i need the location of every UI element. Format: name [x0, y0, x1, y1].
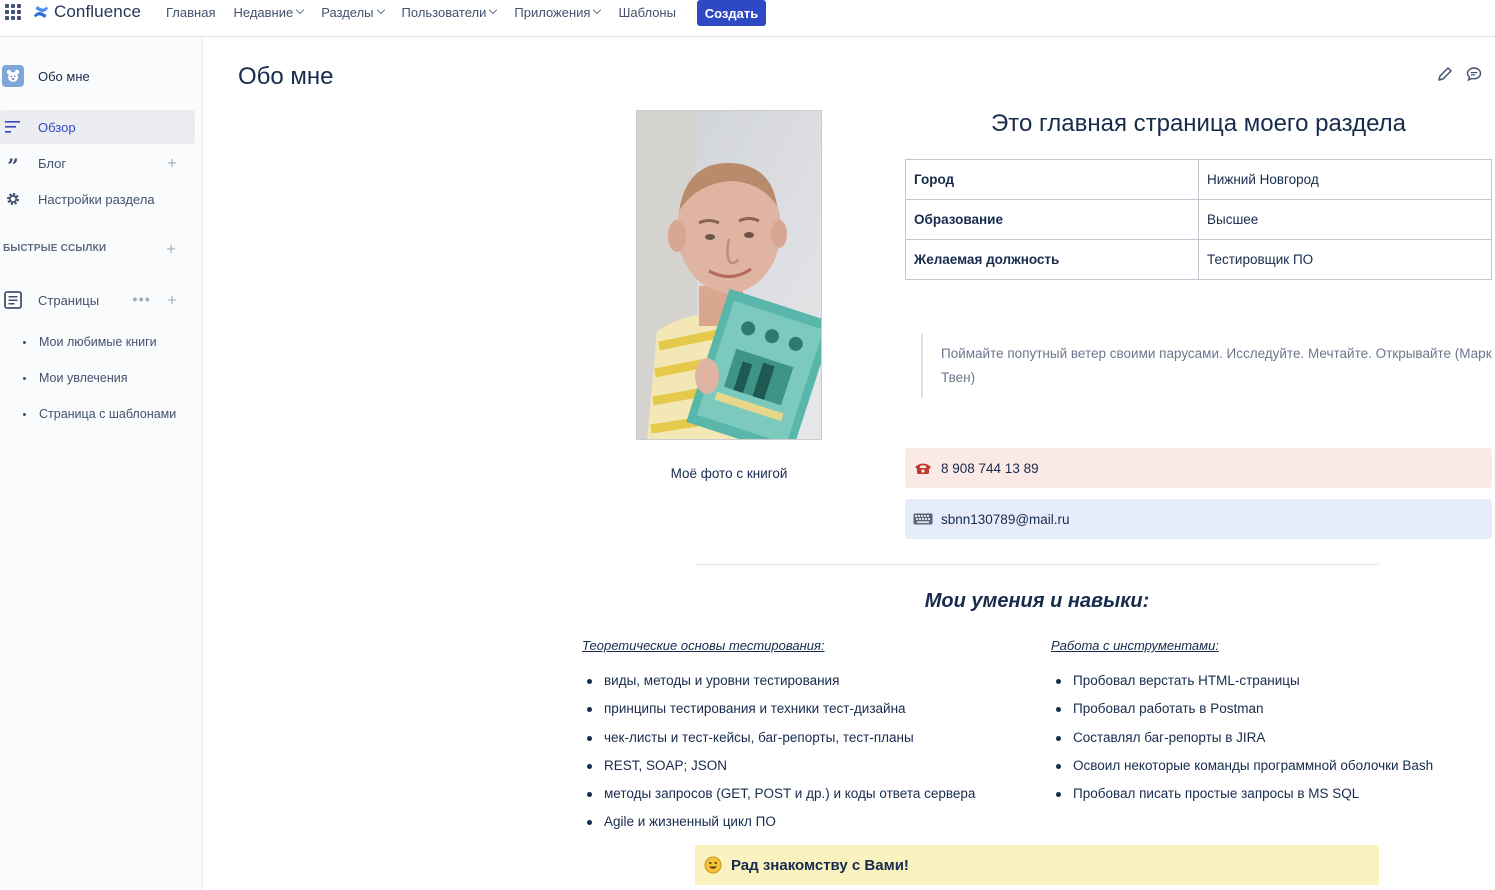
chevron-down-icon [376, 5, 385, 15]
sidebar-item-label: Обзор [38, 119, 76, 135]
pages-icon [2, 291, 24, 309]
sidebar-item-label: Блог [38, 155, 67, 171]
main-heading: Это главная страница моего раздела [991, 110, 1406, 137]
list-item: методы запросов (GET, POST и др.) и коды… [583, 780, 975, 808]
sidebar-item-space-settings[interactable]: Настройки раздела [0, 182, 195, 216]
quick-links-heading: БЫСТРЫЕ ССЫЛКИ [3, 243, 107, 254]
page-tree-label: Мои увлечения [39, 371, 128, 385]
overview-icon [2, 121, 24, 133]
email-panel: sbnn130789@mail.ru [905, 499, 1492, 539]
table-row: Образование Высшее [905, 199, 1492, 240]
table-row: Желаемая должность Тестировщик ПО [905, 239, 1492, 280]
add-blog-icon[interactable]: + [167, 155, 177, 172]
sidebar-item-label: Настройки раздела [38, 191, 155, 207]
keyboard-icon [913, 513, 933, 525]
page-tree-item[interactable]: Страница с шаблонами [0, 404, 176, 424]
space-name: Обо мне [38, 68, 90, 84]
gear-icon [2, 191, 24, 207]
table-value: Высшее [1198, 199, 1492, 240]
list-item: Освоил некоторые команды программной обо… [1052, 752, 1433, 780]
theory-list: виды, методы и уровни тестирования принц… [583, 667, 975, 837]
sidebar-item-pages[interactable]: Страницы ••• + [0, 283, 195, 317]
page-tree-item[interactable]: Мои любимые книги [0, 332, 157, 352]
photo-caption: Моё фото с книгой [670, 466, 788, 481]
table-row: Город Нижний Новгород [905, 159, 1492, 200]
nav-recent-label: Недавние [233, 4, 294, 20]
horizontal-divider [695, 564, 1379, 565]
chevron-down-icon [593, 5, 602, 15]
list-item: принципы тестирования и техники тест-диз… [583, 695, 975, 723]
top-navigation: Confluence Главная Недавние Разделы Поль… [0, 0, 1495, 37]
nav-home[interactable]: Главная [166, 5, 215, 20]
confluence-logo-icon [34, 6, 48, 18]
main-menu: Главная Недавние Разделы Пользователи Пр… [166, 0, 694, 24]
nav-templates-label: Шаблоны [618, 4, 676, 20]
more-options-icon[interactable]: ••• [132, 293, 151, 308]
nav-spaces-label: Разделы [321, 4, 374, 20]
table-value: Нижний Новгород [1198, 159, 1492, 200]
chevron-down-icon [295, 5, 305, 15]
add-page-icon[interactable]: + [167, 292, 177, 309]
profile-photo [636, 110, 822, 440]
greeting-panel: Рад знакомству с Вами! [695, 845, 1379, 885]
person-with-book-image [637, 111, 821, 439]
bullet-icon [23, 340, 26, 344]
nav-recent[interactable]: Недавние [233, 4, 305, 20]
info-table: Город Нижний Новгород Образование Высшее… [905, 159, 1492, 280]
list-item: Пробовал писать простые запросы в MS SQL [1052, 780, 1433, 808]
quote-block: Поймайте попутный ветер своими парусами.… [921, 334, 1495, 398]
chevron-down-icon [489, 5, 498, 15]
list-item: виды, методы и уровни тестирования [583, 667, 975, 695]
quote-icon: ” [7, 154, 19, 178]
nav-people[interactable]: Пользователи [401, 4, 498, 20]
page-tree-label: Страница с шаблонами [39, 407, 177, 421]
skills-heading: Мои умения и навыки: [924, 590, 1150, 612]
list-item: чек-листы и тест-кейсы, баг-репорты, тес… [583, 724, 975, 752]
table-value: Тестировщик ПО [1198, 239, 1492, 280]
list-item: Пробовал работать в Postman [1052, 695, 1433, 723]
space-avatar [2, 65, 24, 87]
table-key: Город [905, 159, 1199, 200]
nav-people-label: Пользователи [401, 4, 487, 20]
greeting-text: Рад знакомству с Вами! [731, 856, 909, 874]
list-item: Составлял баг-репорты в JIRA [1052, 724, 1433, 752]
list-item: Agile и жизненный цикл ПО [583, 808, 975, 836]
nav-home-label: Главная [166, 4, 216, 20]
app-name: Confluence [54, 2, 142, 21]
telephone-icon [913, 461, 933, 475]
page-tree-item[interactable]: Мои увлечения [0, 368, 128, 388]
table-key: Образование [905, 199, 1199, 240]
nav-apps[interactable]: Приложения [514, 4, 602, 20]
page-title: Обо мне [238, 63, 334, 90]
add-quick-link-icon[interactable]: + [166, 241, 176, 258]
space-header[interactable]: Обо мне [0, 64, 200, 88]
comment-icon[interactable] [1466, 66, 1482, 82]
bullet-icon [23, 376, 26, 380]
smiley-icon [703, 856, 723, 874]
email-address: sbnn130789@mail.ru [941, 511, 1070, 527]
nav-spaces[interactable]: Разделы [321, 4, 385, 20]
bullet-icon [23, 412, 26, 416]
edit-pencil-icon[interactable] [1437, 66, 1453, 82]
phone-number: 8 908 744 13 89 [941, 460, 1039, 476]
list-item: REST, SOAP; JSON [583, 752, 975, 780]
sidebar-item-label: Страницы [38, 292, 100, 308]
sidebar-item-blog[interactable]: ” Блог + [0, 146, 195, 180]
nav-apps-label: Приложения [514, 4, 591, 20]
theory-heading: Теоретические основы тестирования: [582, 638, 825, 653]
app-switcher-icon[interactable] [5, 4, 21, 20]
page-tree-label: Мои любимые книги [39, 335, 157, 349]
tools-heading: Работа с инструментами: [1051, 638, 1219, 653]
create-button[interactable]: Создать [697, 0, 766, 26]
tools-list: Пробовал верстать HTML-страницы Пробовал… [1052, 667, 1433, 808]
list-item: Пробовал верстать HTML-страницы [1052, 667, 1433, 695]
phone-panel: 8 908 744 13 89 [905, 448, 1492, 488]
nav-templates[interactable]: Шаблоны [618, 5, 676, 20]
bear-icon [6, 69, 20, 82]
table-key: Желаемая должность [905, 239, 1199, 280]
confluence-logo[interactable]: Confluence [32, 1, 141, 23]
space-sidebar: Обо мне Обзор ” Блог + Настройки раздела… [0, 37, 203, 890]
sidebar-item-overview[interactable]: Обзор [0, 110, 195, 144]
